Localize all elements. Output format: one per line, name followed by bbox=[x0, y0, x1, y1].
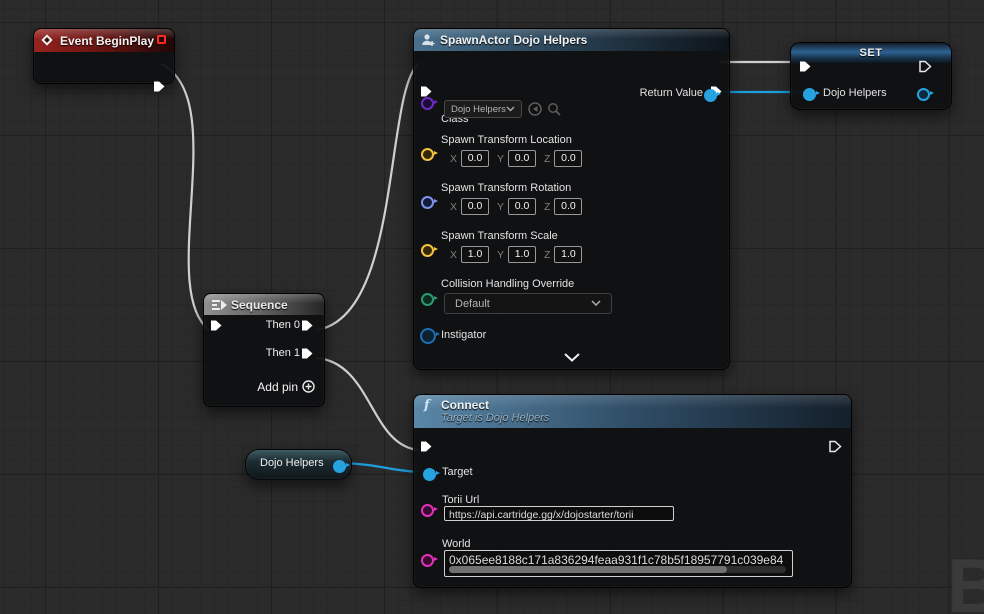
rotation-y-input[interactable]: 0.0 bbox=[508, 198, 536, 215]
axis-z-label: Z bbox=[544, 201, 550, 213]
rotation-x-input[interactable]: 0.0 bbox=[461, 198, 489, 215]
spawn-location-label: Spawn Transform Location bbox=[441, 134, 572, 146]
return-value-label: Return Value bbox=[640, 87, 703, 99]
connect-target-label: Target bbox=[442, 466, 473, 478]
world-input[interactable]: 0x065ee8188c171a836294feaa931f1c78b5f189… bbox=[444, 550, 793, 577]
spawn-actor-icon bbox=[421, 33, 435, 47]
set-variable-input-pin[interactable] bbox=[803, 88, 816, 101]
exec-output-pin[interactable] bbox=[153, 80, 166, 93]
wire-beginplay-to-sequence bbox=[161, 64, 209, 330]
world-pin[interactable] bbox=[421, 554, 434, 567]
axis-z-label: Z bbox=[544, 249, 550, 261]
collision-override-pin[interactable] bbox=[421, 293, 434, 306]
spawn-rotation-pin[interactable] bbox=[421, 196, 434, 209]
world-label: World bbox=[442, 538, 471, 550]
function-icon: f bbox=[424, 398, 430, 413]
use-selected-asset-icon[interactable] bbox=[528, 102, 542, 116]
blueprint-graph-canvas[interactable]: B Event BeginPlay Sequence Then 0 Then 1… bbox=[0, 0, 984, 614]
sequence-icon bbox=[211, 299, 227, 311]
spawnactor-title: SpawnActor Dojo Helpers bbox=[440, 33, 587, 47]
class-pin[interactable] bbox=[421, 97, 434, 110]
return-value-pin[interactable] bbox=[704, 89, 717, 102]
axis-y-label: Y bbox=[497, 249, 504, 261]
set-exec-output-pin[interactable] bbox=[919, 60, 932, 73]
spawn-scale-label: Spawn Transform Scale bbox=[441, 230, 558, 242]
instigator-pin[interactable] bbox=[420, 328, 436, 344]
connect-subtitle: Target is Dojo Helpers bbox=[441, 412, 549, 424]
class-dropdown-value: Dojo Helpers bbox=[451, 104, 506, 115]
scale-x-input[interactable]: 1.0 bbox=[461, 246, 489, 263]
world-input-scrollbar-thumb[interactable] bbox=[449, 566, 727, 573]
spawn-location-pin[interactable] bbox=[421, 148, 434, 161]
set-variable-output-pin[interactable] bbox=[917, 88, 930, 101]
axis-x-label: X bbox=[450, 153, 457, 165]
event-beginplay-title: Event BeginPlay bbox=[60, 34, 154, 48]
spawn-scale-pin[interactable] bbox=[421, 244, 434, 257]
chevron-down-icon bbox=[506, 106, 515, 112]
node-sequence[interactable]: Sequence Then 0 Then 1 Add pin bbox=[203, 293, 325, 407]
sequence-exec-input-pin[interactable] bbox=[210, 319, 223, 332]
set-variable-label: Dojo Helpers bbox=[823, 87, 887, 99]
location-y-input[interactable]: 0.0 bbox=[508, 150, 536, 167]
add-pin-icon[interactable] bbox=[302, 380, 315, 393]
wire-then1-to-connect bbox=[316, 358, 419, 450]
node-dojo-helpers-getter[interactable]: Dojo Helpers bbox=[245, 449, 352, 480]
then1-exec-pin[interactable] bbox=[301, 347, 314, 360]
collision-override-dropdown[interactable]: Default bbox=[444, 293, 612, 314]
then0-label: Then 0 bbox=[266, 319, 300, 331]
world-input-value: 0x065ee8188c171a836294feaa931f1c78b5f189… bbox=[449, 553, 783, 567]
set-title: SET bbox=[791, 47, 951, 59]
sequence-title: Sequence bbox=[231, 298, 288, 312]
expand-advanced-pins-icon[interactable] bbox=[564, 353, 580, 362]
axis-x-label: X bbox=[450, 249, 457, 261]
instigator-label: Instigator bbox=[441, 329, 486, 341]
node-event-beginplay[interactable]: Event BeginPlay bbox=[33, 28, 175, 84]
torii-url-input[interactable]: https://api.cartridge.gg/x/dojostarter/t… bbox=[444, 506, 674, 521]
scale-z-input[interactable]: 1.0 bbox=[554, 246, 582, 263]
location-x-input[interactable]: 0.0 bbox=[461, 150, 489, 167]
getter-variable-label: Dojo Helpers bbox=[260, 457, 324, 469]
axis-y-label: Y bbox=[497, 153, 504, 165]
wire-getter-to-target bbox=[341, 463, 420, 472]
connect-title: Connect bbox=[441, 398, 489, 412]
location-z-input[interactable]: 0.0 bbox=[554, 150, 582, 167]
rotation-z-input[interactable]: 0.0 bbox=[554, 198, 582, 215]
scale-xyz-row: X 1.0 Y 1.0 Z 1.0 bbox=[450, 246, 590, 263]
add-pin-label[interactable]: Add pin bbox=[257, 380, 298, 394]
then1-label: Then 1 bbox=[266, 347, 300, 359]
axis-x-label: X bbox=[450, 201, 457, 213]
watermark-letter: B bbox=[947, 543, 984, 614]
browse-search-icon[interactable] bbox=[547, 102, 561, 116]
node-spawnactor[interactable]: SpawnActor Dojo Helpers Class Dojo Helpe… bbox=[413, 28, 730, 370]
axis-y-label: Y bbox=[497, 201, 504, 213]
collision-override-label: Collision Handling Override bbox=[441, 278, 574, 290]
node-connect[interactable]: f Connect Target is Dojo Helpers Target … bbox=[413, 394, 852, 588]
torii-url-pin[interactable] bbox=[421, 504, 434, 517]
class-dropdown[interactable]: Dojo Helpers bbox=[444, 100, 522, 118]
connect-target-pin[interactable] bbox=[423, 468, 436, 481]
connect-exec-input-pin[interactable] bbox=[420, 440, 433, 453]
torii-url-label: Torii Url bbox=[442, 494, 479, 506]
delegate-pin[interactable] bbox=[157, 35, 166, 44]
scale-y-input[interactable]: 1.0 bbox=[508, 246, 536, 263]
chevron-down-icon bbox=[591, 300, 601, 307]
connect-exec-output-pin[interactable] bbox=[829, 440, 842, 453]
wire-then0-to-spawnactor bbox=[316, 63, 419, 330]
collision-dropdown-value: Default bbox=[455, 298, 490, 310]
rotation-xyz-row: X 0.0 Y 0.0 Z 0.0 bbox=[450, 198, 590, 215]
getter-output-pin[interactable] bbox=[333, 460, 346, 473]
location-xyz-row: X 0.0 Y 0.0 Z 0.0 bbox=[450, 150, 590, 167]
spawn-rotation-label: Spawn Transform Rotation bbox=[441, 182, 571, 194]
set-exec-input-pin[interactable] bbox=[799, 60, 812, 73]
then0-exec-pin[interactable] bbox=[301, 319, 314, 332]
axis-z-label: Z bbox=[544, 153, 550, 165]
node-set-dojo-helpers[interactable]: SET Dojo Helpers bbox=[790, 42, 952, 110]
